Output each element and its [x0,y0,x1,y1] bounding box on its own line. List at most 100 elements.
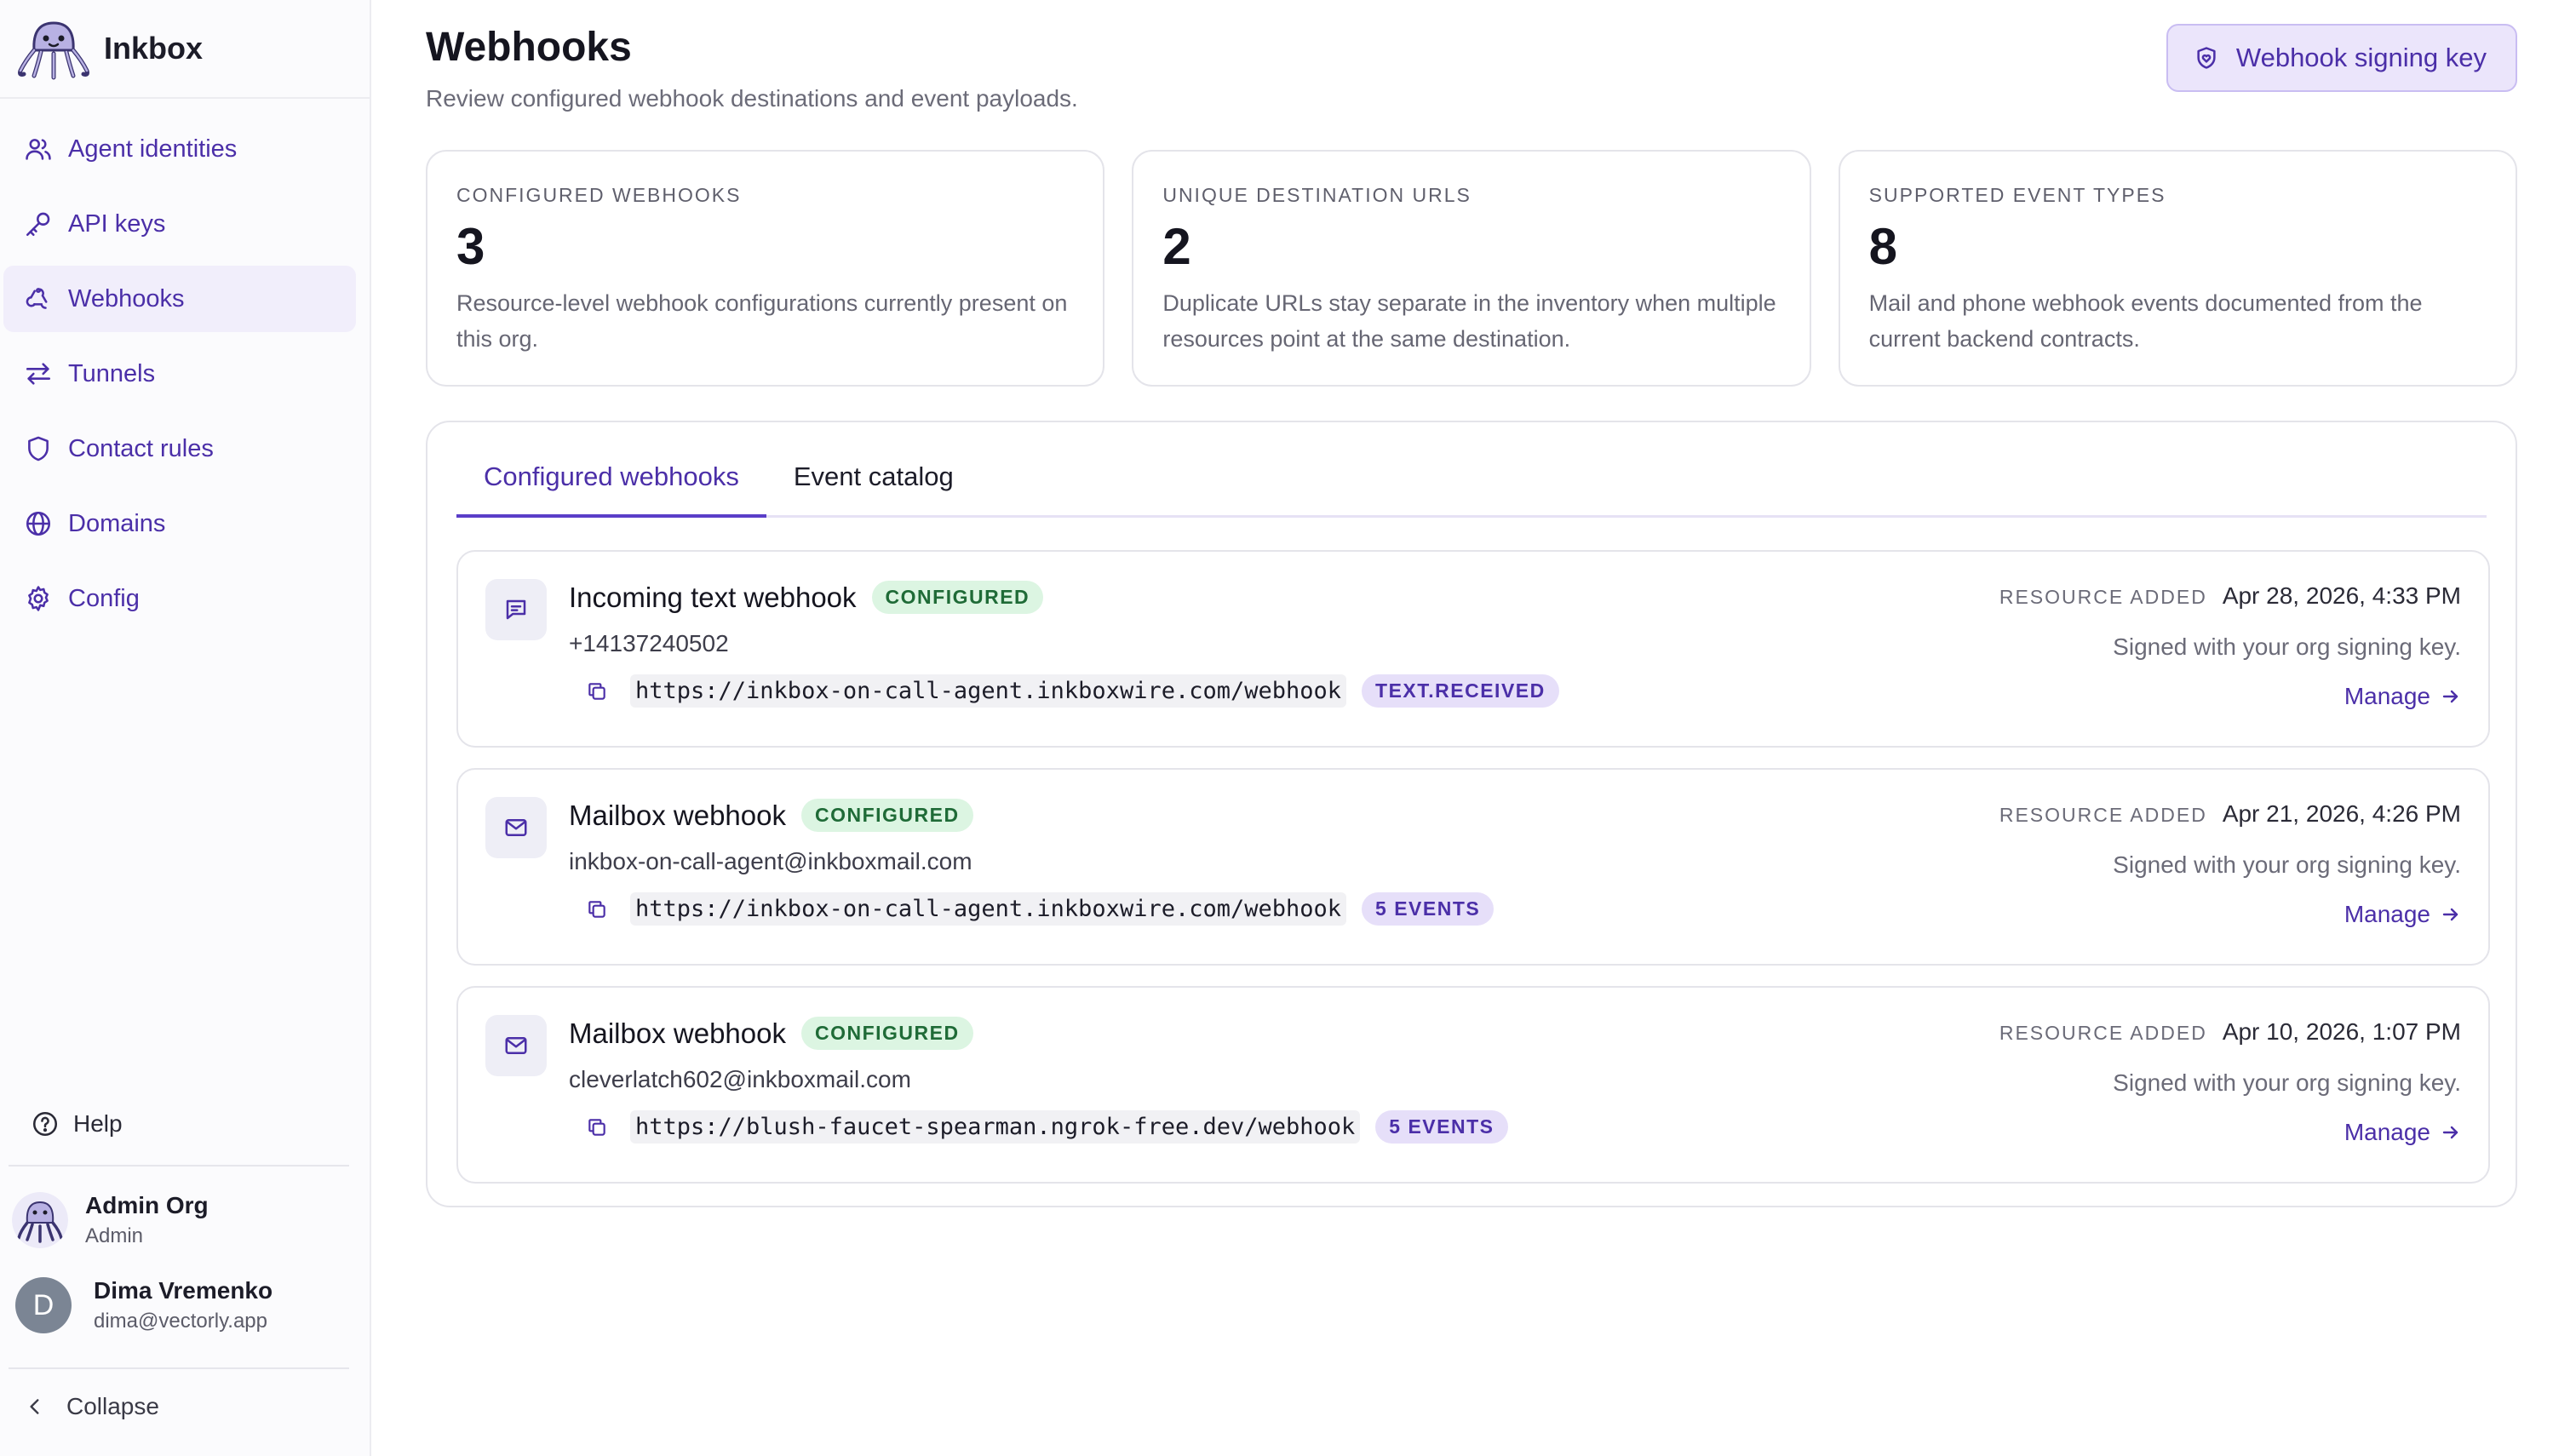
webhook-card: Mailbox webhook CONFIGURED cleverlatch60… [456,986,2490,1184]
sidebar-item-agent-identities[interactable]: Agent identities [3,116,356,182]
tab-configured-webhooks[interactable]: Configured webhooks [456,461,766,518]
stat-description: Resource-level webhook configurations cu… [456,290,1068,352]
sidebar-item-label: Domains [68,509,166,537]
globe-icon [24,509,53,538]
signed-note: Signed with your org signing key. [2113,633,2461,660]
manage-label: Manage [2344,901,2430,927]
stat-value: 8 [1868,218,1898,275]
sidebar-item-domains[interactable]: Domains [3,490,356,557]
sidebar-item-label: Webhooks [68,284,185,312]
org-switcher[interactable]: Admin Org Admin [12,1192,209,1248]
tab-bar: Configured webhooks Event catalog [456,461,2487,518]
webhook-title: Mailbox webhook [569,799,786,831]
help-label: Help [73,1110,123,1137]
divider [9,1367,349,1369]
webhook-title: Incoming text webhook [569,581,857,613]
webhook-icon [24,284,53,313]
stat-value: 2 [1162,218,1191,275]
manage-link[interactable]: Manage [2344,683,2461,710]
webhook-card: Incoming text webhook CONFIGURED +141372… [456,550,2490,748]
page-title: Webhooks [426,25,632,70]
org-avatar [12,1192,68,1248]
webhook-card: Mailbox webhook CONFIGURED inkbox-on-cal… [456,768,2490,966]
chevron-left-icon [30,1399,39,1414]
collapse-label: Collapse [66,1393,159,1419]
webhook-title: Mailbox webhook [569,1017,786,1049]
gear-icon [24,584,53,613]
webhook-url: https://blush-faucet-spearman.ngrok-free… [630,1110,1361,1144]
sidebar-item-api-keys[interactable]: API keys [3,191,356,257]
help-circle-icon [32,1111,58,1137]
webhooks-panel: Configured webhooks Event catalog Incomi… [426,421,2517,1207]
stat-card: UNIQUE DESTINATION URLS 2 Duplicate URLs… [1132,150,1811,387]
sidebar-item-label: Agent identities [68,135,238,163]
resource-added-label: RESOURCE ADDED [1999,804,2207,826]
arrow-right-icon [2442,908,2458,921]
brand-name: Inkbox [104,31,204,66]
webhook-url: https://inkbox-on-call-agent.inkboxwire.… [630,892,1347,926]
webhook-signing-key-button[interactable]: Webhook signing key [2166,24,2517,92]
mail-icon [485,1015,547,1076]
events-badge: 5 EVENTS [1362,892,1495,926]
events-badge: TEXT.RECEIVED [1362,674,1559,708]
stat-value: 3 [456,218,485,275]
org-name: Admin Org [85,1192,209,1218]
sidebar-item-tunnels[interactable]: Tunnels [3,341,356,407]
key-icon [24,209,53,238]
shield-icon [24,434,53,463]
sidebar-nav: Agent identities API keys Webhooks Tunne… [0,99,370,632]
manage-label: Manage [2344,683,2430,709]
divider [9,1165,349,1167]
org-role: Admin [85,1224,144,1247]
stat-description: Duplicate URLs stay separate in the inve… [1162,290,1776,352]
sidebar-item-label: Tunnels [68,359,156,387]
shield-heart-icon [2197,47,2216,69]
stat-label: SUPPORTED EVENT TYPES [1868,184,2166,206]
user-name: Dima Vremenko [94,1277,273,1304]
message-icon [485,579,547,640]
manage-label: Manage [2344,1119,2430,1145]
status-badge: CONFIGURED [871,581,1044,614]
sidebar-item-label: Config [68,584,140,612]
stat-card: CONFIGURED WEBHOOKS 3 Resource-level web… [426,150,1105,387]
user-avatar: D [15,1277,72,1333]
mail-icon [485,797,547,858]
sidebar-item-webhooks[interactable]: Webhooks [3,266,356,332]
signed-note: Signed with your org signing key. [2113,1069,2461,1096]
stats-row: CONFIGURED WEBHOOKS 3 Resource-level web… [426,150,2517,387]
resource-added-date: Apr 21, 2026, 4:26 PM [2222,800,2461,827]
signed-note: Signed with your org signing key. [2113,851,2461,878]
status-badge: CONFIGURED [800,799,973,832]
copy-icon[interactable] [586,1116,608,1138]
help-link[interactable]: Help [17,1098,123,1149]
resource-added-label: RESOURCE ADDED [1999,586,2207,608]
manage-link[interactable]: Manage [2344,1119,2461,1146]
copy-icon[interactable] [586,680,608,702]
arrow-right-icon [2442,1126,2458,1139]
webhook-target: inkbox-on-call-agent@inkboxmail.com [569,848,972,874]
resource-added-date: Apr 28, 2026, 4:33 PM [2222,582,2461,609]
collapse-sidebar-button[interactable]: Collapse [24,1393,159,1420]
manage-link[interactable]: Manage [2344,901,2461,928]
webhook-target: cleverlatch602@inkboxmail.com [569,1066,911,1092]
user-account[interactable]: D Dima Vremenko dima@vectorly.app [15,1277,273,1333]
sidebar-item-label: Contact rules [68,434,214,462]
arrow-right-icon [2442,690,2458,703]
webhook-url: https://inkbox-on-call-agent.inkboxwire.… [630,674,1347,708]
sidebar-item-label: API keys [68,209,166,238]
sidebar: Inkbox Agent identities API keys Webhook… [0,0,371,1456]
stat-description: Mail and phone webhook events documented… [1868,290,2423,352]
signing-key-label: Webhook signing key [2235,43,2487,72]
stat-label: CONFIGURED WEBHOOKS [456,184,742,206]
brand[interactable]: Inkbox [0,0,370,99]
sidebar-item-contact-rules[interactable]: Contact rules [3,416,356,482]
user-email: dima@vectorly.app [94,1310,267,1333]
events-badge: 5 EVENTS [1375,1110,1508,1144]
octopus-logo-icon [18,21,89,80]
status-badge: CONFIGURED [800,1017,973,1050]
webhook-target: +14137240502 [569,630,729,656]
copy-icon[interactable] [586,898,608,920]
tab-event-catalog[interactable]: Event catalog [766,461,981,518]
sidebar-item-config[interactable]: Config [3,565,356,632]
page-subtitle: Review configured webhook destinations a… [426,85,1078,112]
